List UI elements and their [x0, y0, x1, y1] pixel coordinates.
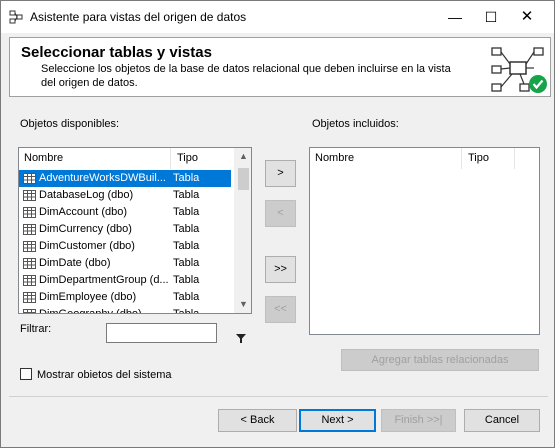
available-objects-list[interactable]: Nombre Tipo AdventureWorksDWBuil... Tabla… [18, 147, 252, 314]
table-row[interactable]: DimDate (dbo) Tabla [19, 255, 231, 272]
table-icon [23, 190, 36, 201]
minimize-button[interactable]: — [437, 1, 473, 33]
funnel-icon[interactable] [236, 334, 246, 343]
table-row[interactable]: DimDepartmentGroup (d... Tabla [19, 272, 231, 289]
finish-button[interactable]: Finish >>| [381, 409, 456, 432]
table-icon [23, 275, 36, 286]
close-button[interactable]: ✕ [509, 1, 545, 33]
table-icon [23, 207, 36, 218]
included-objects-list[interactable]: Nombre Tipo [309, 147, 540, 335]
table-row[interactable]: AdventureWorksDWBuil... Tabla [19, 170, 231, 187]
scroll-down-icon[interactable]: ▼ [235, 296, 251, 313]
table-row[interactable]: DimEmployee (dbo) Tabla [19, 289, 231, 306]
available-list-header: Nombre Tipo [19, 148, 251, 169]
scroll-thumb[interactable] [238, 168, 249, 190]
table-icon [23, 258, 36, 269]
included-column-header-tipo[interactable]: Tipo [463, 148, 515, 169]
row-type: Tabla [173, 189, 200, 201]
available-vertical-scrollbar[interactable]: ▲ ▼ [234, 148, 251, 313]
included-objects-label: Objetos incluidos: [312, 118, 399, 130]
row-type: Tabla [173, 257, 200, 269]
filter-input[interactable] [106, 323, 217, 343]
table-row[interactable]: DimCustomer (dbo) Tabla [19, 238, 231, 255]
next-button[interactable]: Next > [299, 409, 376, 432]
table-icon [23, 224, 36, 235]
row-name: DatabaseLog (dbo) [39, 189, 134, 201]
row-name: DimAccount (dbo) [39, 206, 128, 218]
back-button[interactable]: < Back [218, 409, 297, 432]
row-type: Tabla [173, 240, 200, 252]
remove-all-button[interactable]: << [265, 296, 296, 323]
scroll-up-icon[interactable]: ▲ [235, 148, 251, 165]
row-name: DimDepartmentGroup (d... [39, 274, 169, 286]
included-list-header: Nombre Tipo [310, 148, 539, 169]
page-description: Seleccione los objetos de la base de dat… [41, 63, 451, 89]
table-icon [23, 173, 36, 184]
column-header-tipo[interactable]: Tipo [172, 148, 234, 169]
maximize-button[interactable]: ☐ [473, 1, 509, 33]
table-row[interactable]: DimCurrency (dbo) Tabla [19, 221, 231, 238]
table-row[interactable]: DatabaseLog (dbo) Tabla [19, 187, 231, 204]
wizard-window: Asistente para vistas del origen de dato… [0, 0, 555, 448]
table-row[interactable]: DimAccount (dbo) Tabla [19, 204, 231, 221]
row-type: Tabla [173, 206, 200, 218]
row-type: Tabla [173, 291, 200, 303]
show-system-objects-label: Mostrar obietos del sistema [37, 369, 172, 381]
row-type: Tabla [173, 223, 200, 235]
row-name: DimEmployee (dbo) [39, 291, 137, 303]
add-all-button[interactable]: >> [265, 256, 296, 283]
remove-selected-button[interactable]: < [265, 200, 296, 227]
add-related-tables-button[interactable]: Agregar tablas relacionadas [341, 349, 539, 371]
data-source-view-icon [9, 10, 23, 24]
table-icon [23, 241, 36, 252]
database-diagram-check-icon [491, 47, 547, 93]
cancel-button[interactable]: Cancel [464, 409, 540, 432]
row-type: Tabla [173, 172, 200, 184]
title-bar: Asistente para vistas del origen de dato… [1, 1, 554, 33]
column-header-nombre[interactable]: Nombre [19, 148, 171, 169]
wizard-header: Seleccionar tablas y vistas Seleccione l… [9, 37, 551, 97]
row-name: DimGeography (dbo) [39, 308, 142, 314]
row-name: DimCustomer (dbo) [39, 240, 135, 252]
footer-separator [9, 396, 548, 397]
table-row[interactable]: DimGeography (dbo) Tabla [19, 306, 231, 314]
row-name: AdventureWorksDWBuil... [39, 172, 166, 184]
table-icon [23, 292, 36, 303]
show-system-objects-checkbox[interactable] [20, 368, 32, 380]
included-column-header-nombre[interactable]: Nombre [310, 148, 462, 169]
table-icon [23, 309, 36, 313]
available-objects-label: Objetos disponibles: [20, 118, 120, 130]
row-type: Tabla [173, 308, 200, 314]
window-title: Asistente para vistas del origen de dato… [30, 10, 247, 24]
add-selected-button[interactable]: > [265, 160, 296, 187]
row-name: DimCurrency (dbo) [39, 223, 132, 235]
page-title: Seleccionar tablas y vistas [21, 44, 212, 61]
filter-label: Filtrar: [20, 323, 52, 335]
row-type: Tabla [173, 274, 200, 286]
row-name: DimDate (dbo) [39, 257, 111, 269]
